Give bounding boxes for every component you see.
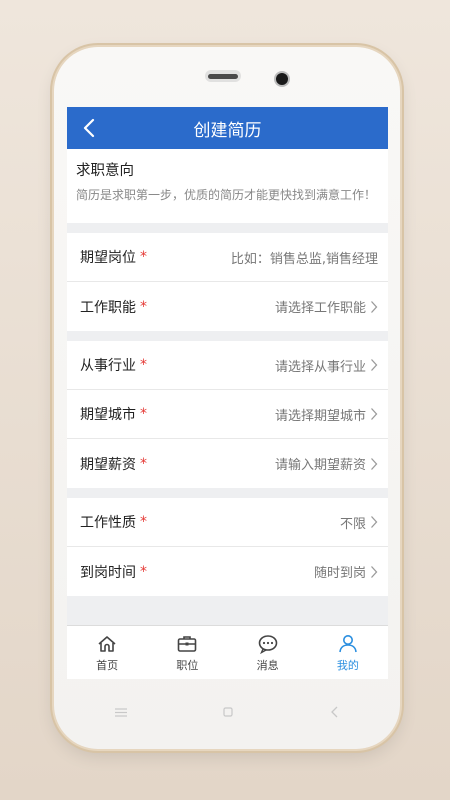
form-row[interactable]: 工作职能 * 请选择工作职能	[67, 282, 388, 331]
form-row[interactable]: 期望薪资 * 请输入期望薪资	[67, 439, 388, 488]
field-value[interactable]: 请选择期望城市	[275, 405, 378, 424]
form-group: 工作性质 * 不限 到岗时间 * 随时到岗	[67, 498, 388, 596]
front-camera	[276, 73, 288, 85]
form-group: 期望岗位 * 比如：销售总监,销售经理 工作职能 * 请选择工作职能	[67, 233, 388, 331]
field-value-text: 随时到岗	[313, 566, 366, 581]
square-icon	[222, 707, 233, 717]
tab-user[interactable]: 我的	[308, 626, 388, 679]
user-icon	[339, 634, 357, 652]
required-mark: *	[140, 455, 147, 472]
chevron-right-icon	[371, 359, 378, 371]
tab-briefcase[interactable]: 职位	[147, 626, 227, 679]
tab-label: 我的	[336, 658, 359, 672]
field-label: 到岗时间	[80, 564, 136, 581]
chevron-right-icon	[371, 457, 378, 470]
required-mark: *	[140, 298, 147, 315]
menu-key[interactable]	[106, 702, 136, 722]
field-value-text: 请选择工作职能	[274, 301, 366, 316]
intro-section: 求职意向 简历是求职第一步，优质的简历才能更快找到满意工作！	[67, 149, 388, 223]
required-mark: *	[140, 514, 147, 530]
field-label: 工作职能	[80, 299, 136, 316]
tab-home[interactable]: 首页	[67, 626, 147, 679]
system-nav-keys	[67, 679, 388, 745]
field-value-text: 请选择期望城市	[274, 408, 366, 424]
back-arrow-icon	[330, 706, 337, 718]
field-value[interactable]: 比如：销售总监,销售经理	[231, 248, 378, 267]
earpiece-speaker	[208, 74, 238, 79]
field-value-text: 不限	[339, 516, 366, 532]
field-label: 从事行业	[80, 358, 136, 374]
intro-heading: 求职意向	[76, 163, 134, 179]
back-button[interactable]	[79, 117, 99, 139]
required-mark: *	[140, 357, 147, 373]
app-screen: 创建简历 求职意向 简历是求职第一步，优质的简历才能更快找到满意工作！ 期望岗位…	[67, 107, 388, 679]
field-value-text: 请输入期望薪资	[274, 458, 366, 473]
chat-bubble-icon	[258, 634, 277, 654]
field-value[interactable]: 请输入期望薪资	[275, 454, 378, 473]
field-value-text: 比如：销售总监,销售经理	[230, 251, 378, 267]
form-row[interactable]: 到岗时间 * 随时到岗	[67, 547, 388, 596]
tab-label: 职位	[176, 658, 199, 672]
field-label: 期望岗位	[80, 250, 136, 266]
section-divider	[67, 488, 388, 498]
nav-bar: 创建简历	[67, 107, 388, 149]
field-label: 期望城市	[80, 407, 136, 423]
menu-icon	[114, 707, 127, 717]
field-label: 工作性质	[80, 515, 136, 531]
chevron-right-icon	[371, 565, 378, 578]
back-key[interactable]	[320, 702, 350, 722]
required-mark: *	[140, 563, 147, 580]
form-row[interactable]: 从事行业 * 请选择从事行业	[67, 341, 388, 390]
tab-chat-bubble[interactable]: 消息	[228, 626, 308, 679]
chevron-right-icon	[371, 408, 378, 420]
bottom-tab-bar: 首页 职位 消息 我的	[67, 625, 388, 679]
form-groups: 期望岗位 * 比如：销售总监,销售经理 工作职能 * 请选择工作职能 从事行业 * 请选择从事行…	[67, 223, 388, 596]
field-value[interactable]: 不限	[340, 513, 378, 532]
chevron-right-icon	[371, 300, 378, 313]
form-row[interactable]: 工作性质 * 不限	[67, 498, 388, 547]
form-row[interactable]: 期望岗位 * 比如：销售总监,销售经理	[67, 233, 388, 282]
chevron-right-icon	[371, 516, 378, 528]
home-key[interactable]	[213, 702, 243, 722]
chevron-left-icon	[83, 118, 95, 138]
field-label: 期望薪资	[80, 456, 136, 473]
field-value[interactable]: 随时到岗	[314, 562, 378, 581]
section-divider	[67, 331, 388, 341]
form-row[interactable]: 期望城市 * 请选择期望城市	[67, 390, 388, 439]
required-mark: *	[140, 406, 147, 422]
tab-label: 首页	[96, 658, 119, 672]
section-divider	[67, 223, 388, 233]
field-value-text: 请选择从事行业	[274, 359, 366, 375]
page-title: 创建简历	[193, 120, 262, 141]
field-value[interactable]: 请选择工作职能	[275, 297, 378, 316]
tab-label: 消息	[256, 658, 279, 672]
home-icon	[98, 635, 116, 652]
briefcase-icon	[178, 635, 197, 652]
intro-description: 简历是求职第一步，优质的简历才能更快找到满意工作！	[76, 188, 377, 202]
field-value[interactable]: 请选择从事行业	[275, 356, 378, 375]
form-group: 从事行业 * 请选择从事行业 期望城市 * 请选择期望城市 期望薪资 * 请输入期望薪资	[67, 341, 388, 488]
required-mark: *	[140, 249, 147, 265]
